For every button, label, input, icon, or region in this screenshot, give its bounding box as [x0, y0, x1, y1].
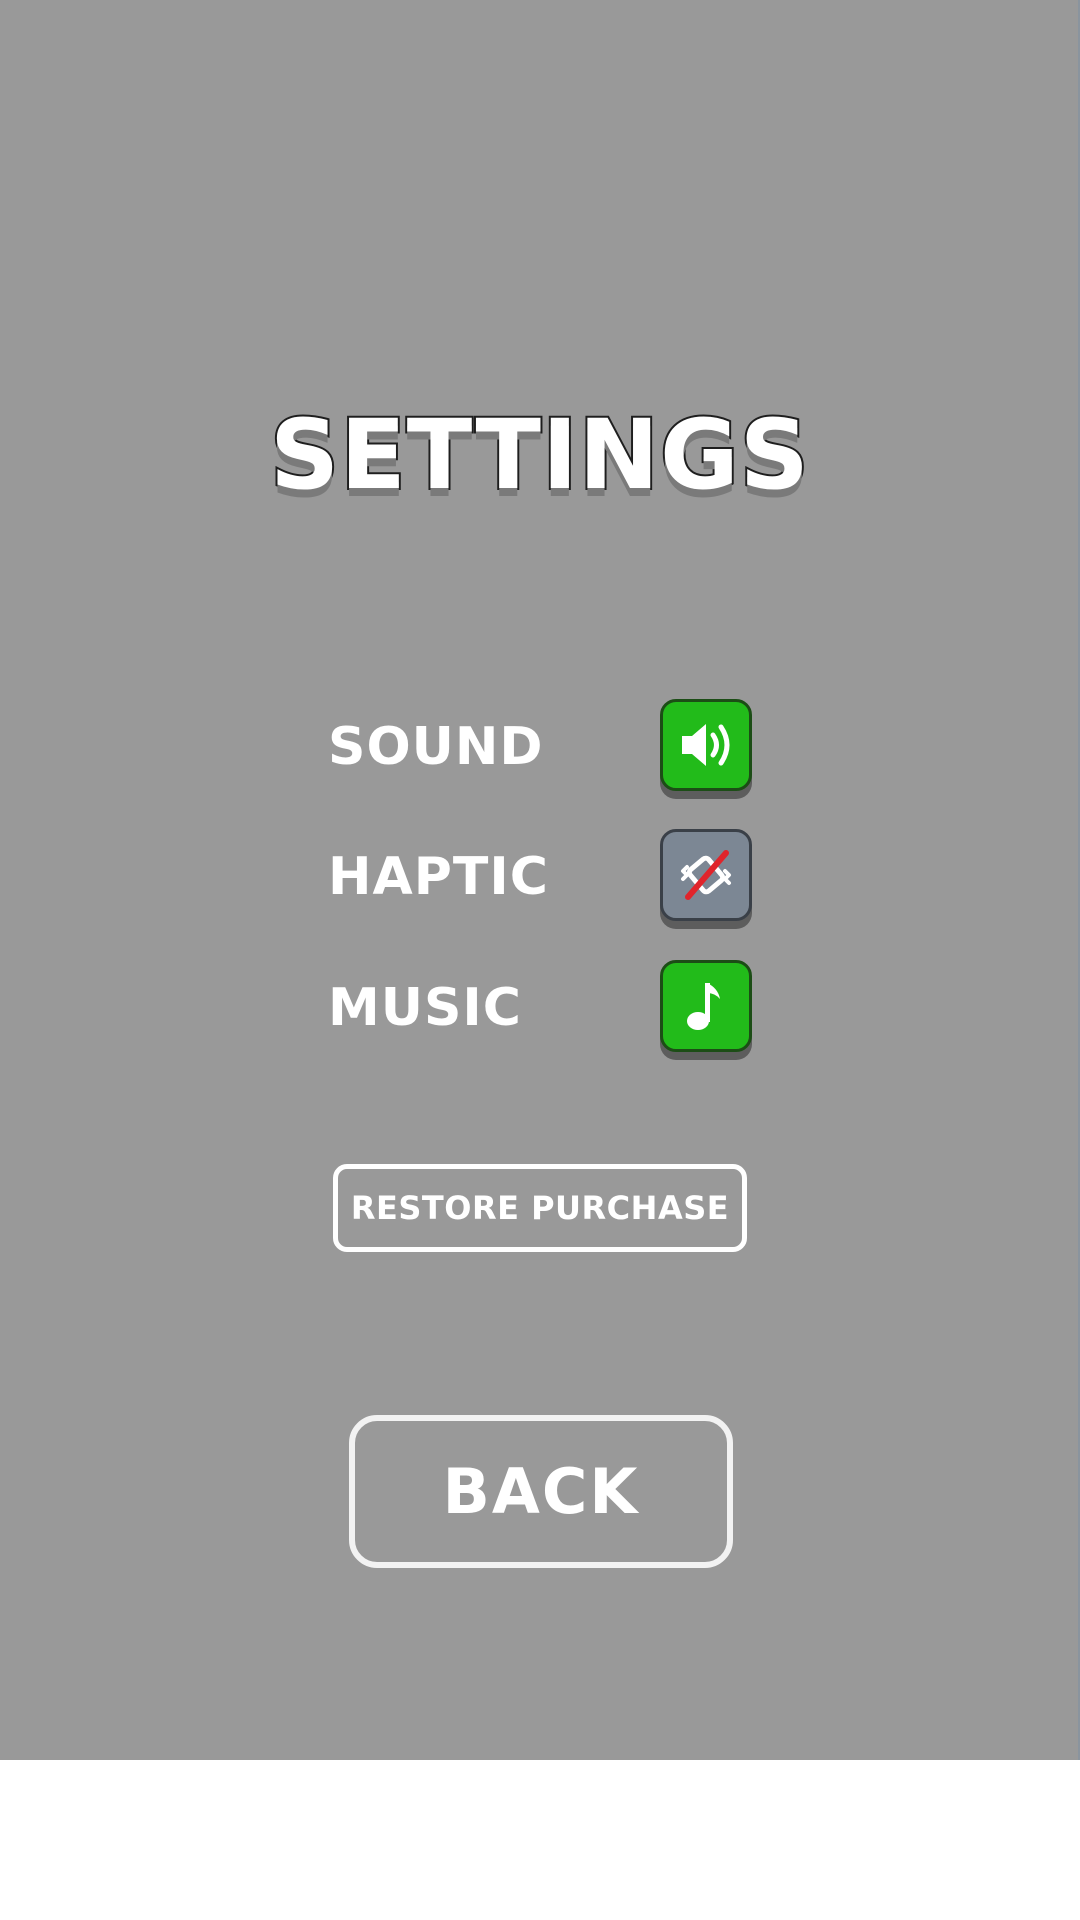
music-label: MUSIC [328, 978, 522, 1038]
haptic-label: HAPTIC [328, 847, 549, 907]
music-note-icon [687, 983, 720, 1030]
haptic-toggle-button[interactable] [660, 829, 752, 921]
music-toggle-button[interactable] [660, 960, 752, 1052]
sound-label: SOUND [328, 717, 544, 777]
vibration-off-icon [681, 850, 731, 900]
settings-screen: SETTINGS SOUND HAPTIC MUSIC RESTORE PURC… [0, 0, 1080, 1760]
settings-row-haptic: HAPTIC [328, 829, 752, 925]
restore-purchase-button[interactable]: RESTORE PURCHASE [333, 1164, 747, 1252]
restore-purchase-label: RESTORE PURCHASE [350, 1189, 730, 1227]
back-button[interactable]: BACK [349, 1415, 733, 1568]
speaker-icon [682, 724, 730, 766]
settings-row-sound: SOUND [328, 699, 752, 795]
page-title: SETTINGS [268, 398, 811, 512]
settings-row-music: MUSIC [328, 960, 752, 1056]
back-label: BACK [442, 1455, 640, 1528]
sound-toggle-button[interactable] [660, 699, 752, 791]
